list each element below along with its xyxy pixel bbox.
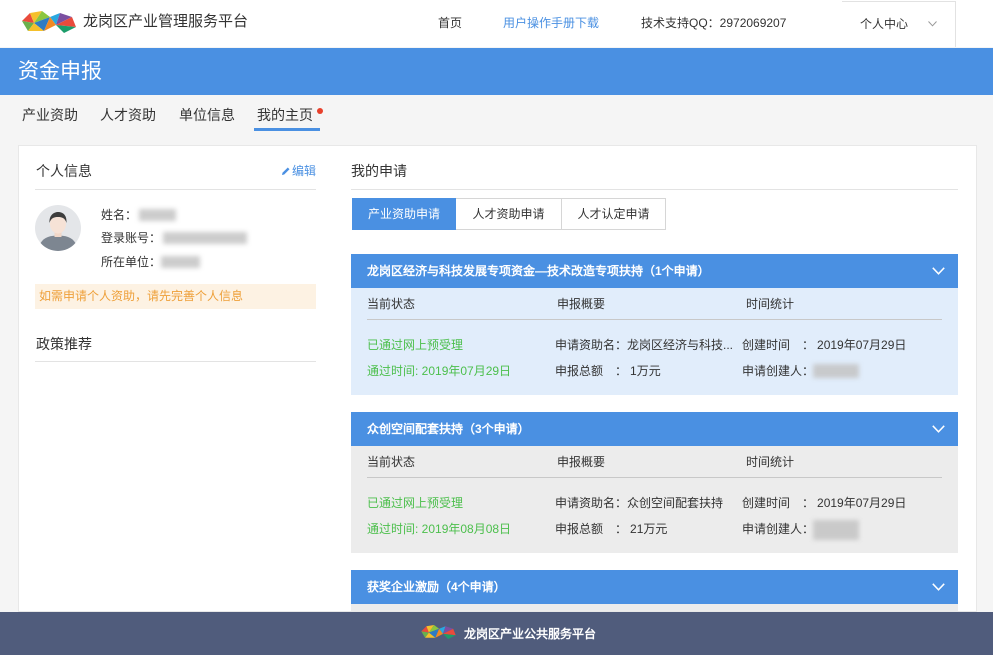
page-footer: 龙岗区产业公共服务平台 xyxy=(0,612,993,655)
application-group-body xyxy=(351,604,958,611)
tab-talent-funding[interactable]: 人才资助 xyxy=(100,106,156,124)
filter-industry-applications[interactable]: 产业资助申请 xyxy=(352,198,456,230)
fund-name-value: 龙岗区经济与科技... xyxy=(627,338,734,352)
application-group-header[interactable]: 获奖企业激励（4个申请） xyxy=(351,570,958,604)
filter-talent-funding-applications[interactable]: 人才资助申请 xyxy=(456,198,562,230)
creator-label: 申请创建人： xyxy=(742,364,815,378)
edit-profile-button[interactable]: 编辑 xyxy=(281,162,316,180)
application-type-filter: 产业资助申请 人才资助申请 人才认定申请 xyxy=(352,198,666,230)
status-text: 已通过网上预受理 xyxy=(367,496,464,510)
blurred-unit-value xyxy=(161,256,200,268)
tab-industry-funding[interactable]: 产业资助 xyxy=(22,106,78,124)
avatar-icon xyxy=(35,205,81,251)
column-header-summary: 申报概要 xyxy=(557,297,606,311)
user-center-label: 个人中心 xyxy=(860,17,909,31)
application-group-body: 当前状态 申报概要 时间统计 已通过网上预受理 申请资助名：龙岗区经济与科技..… xyxy=(351,288,958,395)
name-label: 姓名： xyxy=(101,208,138,222)
creator-row: 申请创建人： xyxy=(742,521,814,537)
created-time-row: 创建时间 ： 2019年07月29日 xyxy=(742,337,906,353)
fund-name-row: 申请资助名：众创空间配套扶持 xyxy=(555,495,723,511)
application-group: 龙岗区经济与科技发展专项资金—技术改造专项扶持（1个申请） 当前状态 申报概要 … xyxy=(351,254,958,395)
pass-time-text: 通过时间: 2019年07月29日 xyxy=(367,364,512,378)
policy-recommend-heading: 政策推荐 xyxy=(36,336,92,352)
status-text: 已通过网上预受理 xyxy=(367,338,464,352)
fund-name-row: 申请资助名：龙岗区经济与科技... xyxy=(555,337,733,353)
blurred-name-value xyxy=(139,209,176,221)
column-header-status: 当前状态 xyxy=(367,455,416,469)
column-header-divider xyxy=(367,477,942,478)
fund-name-value: 众创空间配套扶持 xyxy=(627,496,724,510)
page-banner: 资金申报 xyxy=(0,48,993,95)
application-group-title: 获奖企业激励（4个申请） xyxy=(367,580,506,594)
application-group-title: 众创空间配套扶持（3个申请） xyxy=(367,422,530,436)
created-time-value: 2019年07月29日 xyxy=(817,496,907,510)
chevron-down-icon xyxy=(928,21,937,27)
user-center-dropdown[interactable]: 个人中心 xyxy=(842,1,956,47)
blurred-creator-value xyxy=(813,520,859,540)
created-time-row: 创建时间 ： 2019年07月29日 xyxy=(742,495,906,511)
fund-name-label: 申请资助名： xyxy=(555,338,628,352)
creator-label: 申请创建人： xyxy=(742,522,815,536)
support-qq-text: 技术支持QQ：2972069207 xyxy=(641,16,787,30)
column-header-divider xyxy=(367,319,942,320)
creator-row: 申请创建人： xyxy=(742,363,814,379)
personal-info-divider xyxy=(35,189,316,190)
application-group-header[interactable]: 众创空间配套扶持（3个申请） xyxy=(351,412,958,446)
application-group-header[interactable]: 龙岗区经济与科技发展专项资金—技术改造专项扶持（1个申请） xyxy=(351,254,958,288)
nav-home-link[interactable]: 首页 xyxy=(438,15,462,31)
column-header-time: 时间统计 xyxy=(746,297,795,311)
footer-platform-name: 龙岗区产业公共服务平台 xyxy=(464,627,597,641)
page-title: 资金申报 xyxy=(18,60,102,83)
nav-manual-download-link[interactable]: 用户操作手册下载 xyxy=(503,15,599,31)
created-time-label: 创建时间 ： xyxy=(742,338,815,352)
chevron-down-icon xyxy=(932,583,945,591)
account-label: 登录账号： xyxy=(101,231,162,245)
pass-time-text: 通过时间: 2019年08月08日 xyxy=(367,522,512,536)
unit-label: 所在单位： xyxy=(101,255,162,269)
policy-divider xyxy=(35,361,316,362)
tab-my-homepage[interactable]: 我的主页 xyxy=(257,106,313,124)
my-applications-heading: 我的申请 xyxy=(351,163,407,179)
application-group: 获奖企业激励（4个申请） xyxy=(351,570,958,611)
application-group-title: 龙岗区经济与科技发展专项资金—技术改造专项扶持（1个申请） xyxy=(367,264,710,278)
tab-unit-info[interactable]: 单位信息 xyxy=(179,106,235,124)
blurred-account-value xyxy=(163,232,247,244)
application-group: 众创空间配套扶持（3个申请） 当前状态 申报概要 时间统计 已通过网上预受理 申… xyxy=(351,412,958,553)
platform-logo[interactable] xyxy=(20,7,78,37)
created-time-label: 创建时间 ： xyxy=(742,496,815,510)
edit-label: 编辑 xyxy=(291,164,316,178)
amount-label: 申报总额 ： xyxy=(555,522,628,536)
amount-value: 21万元 xyxy=(630,522,668,536)
amount-row: 申报总额 ： 21万元 xyxy=(555,521,667,537)
amount-label: 申报总额 ： xyxy=(555,364,628,378)
active-tab-indicator xyxy=(254,128,320,131)
pencil-icon xyxy=(281,167,290,175)
main-content-card: 个人信息 编辑 姓名： 登录账号： 所在单位： 如需申请个人资助，请先完善个人信… xyxy=(18,145,977,612)
blurred-creator-value xyxy=(813,364,859,378)
fund-name-label: 申请资助名： xyxy=(555,496,628,510)
site-title: 龙岗区产业管理服务平台 xyxy=(83,13,249,30)
column-header-time: 时间统计 xyxy=(746,455,795,469)
column-header-status: 当前状态 xyxy=(367,297,416,311)
created-time-value: 2019年07月29日 xyxy=(817,338,907,352)
notification-dot xyxy=(317,108,323,114)
amount-value: 1万元 xyxy=(630,364,661,378)
personal-info-heading: 个人信息 xyxy=(36,163,92,179)
filter-talent-certification-applications[interactable]: 人才认定申请 xyxy=(562,198,666,230)
chevron-down-icon xyxy=(932,267,945,275)
column-header-summary: 申报概要 xyxy=(557,455,606,469)
top-navbar: 龙岗区产业管理服务平台 首页 用户操作手册下载 技术支持QQ：297206920… xyxy=(0,0,993,47)
profile-incomplete-notice: 如需申请个人资助，请先完善个人信息 xyxy=(35,284,316,309)
application-group-body: 当前状态 申报概要 时间统计 已通过网上预受理 申请资助名：众创空间配套扶持 创… xyxy=(351,446,958,553)
chevron-down-icon xyxy=(932,425,945,433)
amount-row: 申报总额 ： 1万元 xyxy=(555,363,661,379)
footer-logo xyxy=(421,624,456,640)
applications-divider xyxy=(351,189,958,190)
